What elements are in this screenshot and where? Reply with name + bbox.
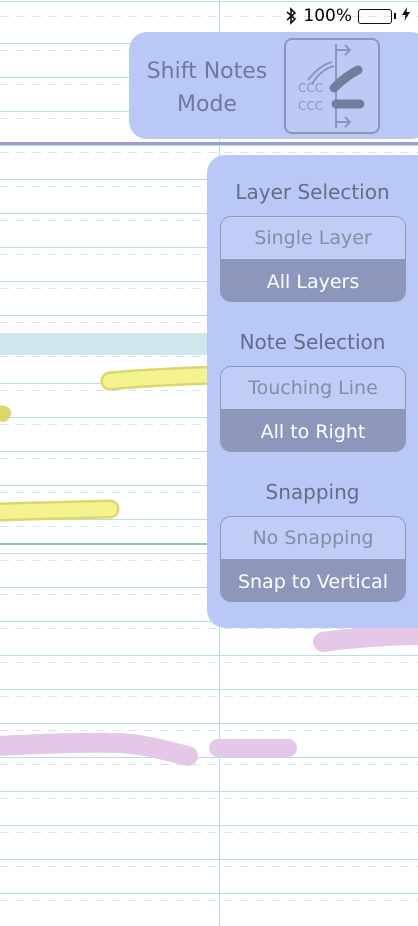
status-bar: 100% xyxy=(285,5,410,27)
touching-line-option[interactable]: Touching Line xyxy=(221,367,405,409)
layer-selection-control: Single Layer All Layers xyxy=(220,216,406,302)
yellow-note-1-fill xyxy=(103,368,222,388)
bolt-icon xyxy=(402,6,410,26)
no-snapping-option[interactable]: No Snapping xyxy=(221,517,405,559)
all-layers-option[interactable]: All Layers xyxy=(221,260,405,301)
snapping-control: No Snapping Snap to Vertical xyxy=(220,516,406,602)
bluetooth-icon xyxy=(285,7,297,25)
note-selection-title: Note Selection xyxy=(239,330,386,354)
all-to-right-option[interactable]: All to Right xyxy=(221,410,405,451)
single-layer-option[interactable]: Single Layer xyxy=(221,217,405,259)
snapping-title: Snapping xyxy=(265,480,360,504)
pink-note-3 xyxy=(313,625,418,652)
layer-selection-title: Layer Selection xyxy=(235,180,390,204)
battery-icon xyxy=(358,8,396,24)
yellow-note-3 xyxy=(0,405,12,422)
shift-notes-icon[interactable]: CCC CCC xyxy=(284,38,380,134)
snap-to-vertical-option[interactable]: Snap to Vertical xyxy=(221,560,405,601)
svg-text:CCC: CCC xyxy=(298,81,323,95)
battery-percent: 100% xyxy=(303,6,352,26)
svg-text:CCC: CCC xyxy=(298,99,323,113)
note-selection-control: Touching Line All to Right xyxy=(220,366,406,452)
pink-note-1 xyxy=(0,732,198,766)
mode-title: Shift Notes Mode xyxy=(146,59,268,117)
yellow-note-2-fill xyxy=(0,502,117,519)
